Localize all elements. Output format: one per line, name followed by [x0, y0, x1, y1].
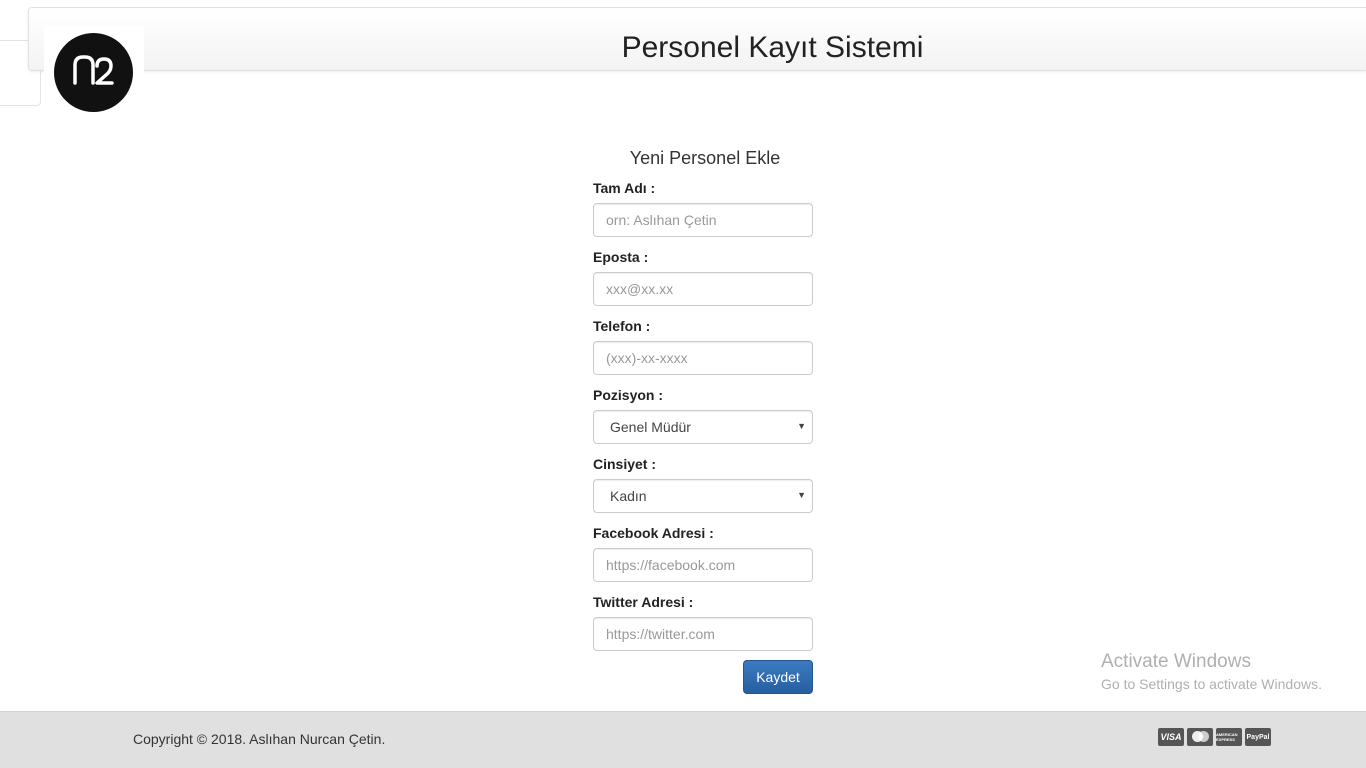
copyright-text: Copyright © 2018. Aslıhan Nurcan Çetin.	[133, 731, 386, 747]
field-twitter: Twitter Adresi :	[593, 595, 813, 664]
payment-icons: VISA AMERICAN EXPRESS PayPal	[1158, 728, 1271, 746]
position-select[interactable]: Genel Müdür	[593, 410, 813, 444]
page-title: Personel Kayıt Sistemi	[621, 31, 924, 64]
gender-label: Cinsiyet :	[593, 456, 657, 472]
facebook-label: Facebook Adresi :	[593, 525, 714, 541]
twitter-label: Twitter Adresi :	[593, 594, 694, 610]
gender-select[interactable]: Kadın	[593, 479, 813, 513]
field-gender: Cinsiyet : Kadın ▼	[593, 457, 813, 526]
visa-icon: VISA	[1158, 728, 1184, 746]
logo-container[interactable]	[44, 26, 144, 122]
facebook-input[interactable]	[593, 548, 813, 582]
field-phone: Telefon :	[593, 319, 813, 388]
amex-icon: AMERICAN EXPRESS	[1216, 728, 1242, 746]
button-row: Kaydet	[593, 660, 813, 694]
position-select-wrap: Genel Müdür ▼	[593, 410, 813, 444]
mastercard-icon	[1187, 728, 1213, 746]
new-employee-form: Yeni Personel Ekle Tam Adı : Eposta : Te…	[593, 148, 813, 694]
footer: Copyright © 2018. Aslıhan Nurcan Çetin. …	[0, 711, 1366, 768]
position-label: Pozisyon :	[593, 387, 664, 403]
header-bar: Personel Kayıt Sistemi	[28, 7, 1366, 71]
save-button[interactable]: Kaydet	[743, 660, 813, 694]
full-name-input[interactable]	[593, 203, 813, 237]
gender-select-wrap: Kadın ▼	[593, 479, 813, 513]
logo-icon	[54, 33, 133, 112]
form-title: Yeni Personel Ekle	[629, 148, 781, 168]
email-input[interactable]	[593, 272, 813, 306]
page: Personel Kayıt Sistemi Yeni Personel Ekl…	[0, 0, 1366, 768]
phone-label: Telefon :	[593, 318, 651, 334]
email-label: Eposta :	[593, 249, 649, 265]
field-full-name: Tam Adı :	[593, 181, 813, 250]
watermark-title: Activate Windows	[1101, 651, 1251, 672]
field-position: Pozisyon : Genel Müdür ▼	[593, 388, 813, 457]
field-email: Eposta :	[593, 250, 813, 319]
phone-input[interactable]	[593, 341, 813, 375]
field-facebook: Facebook Adresi :	[593, 526, 813, 595]
full-name-label: Tam Adı :	[593, 180, 656, 196]
twitter-input[interactable]	[593, 617, 813, 651]
watermark-subtitle: Go to Settings to activate Windows.	[1101, 676, 1322, 692]
paypal-icon: PayPal	[1245, 728, 1271, 746]
windows-activation-watermark: Activate Windows Go to Settings to activ…	[1101, 651, 1322, 693]
